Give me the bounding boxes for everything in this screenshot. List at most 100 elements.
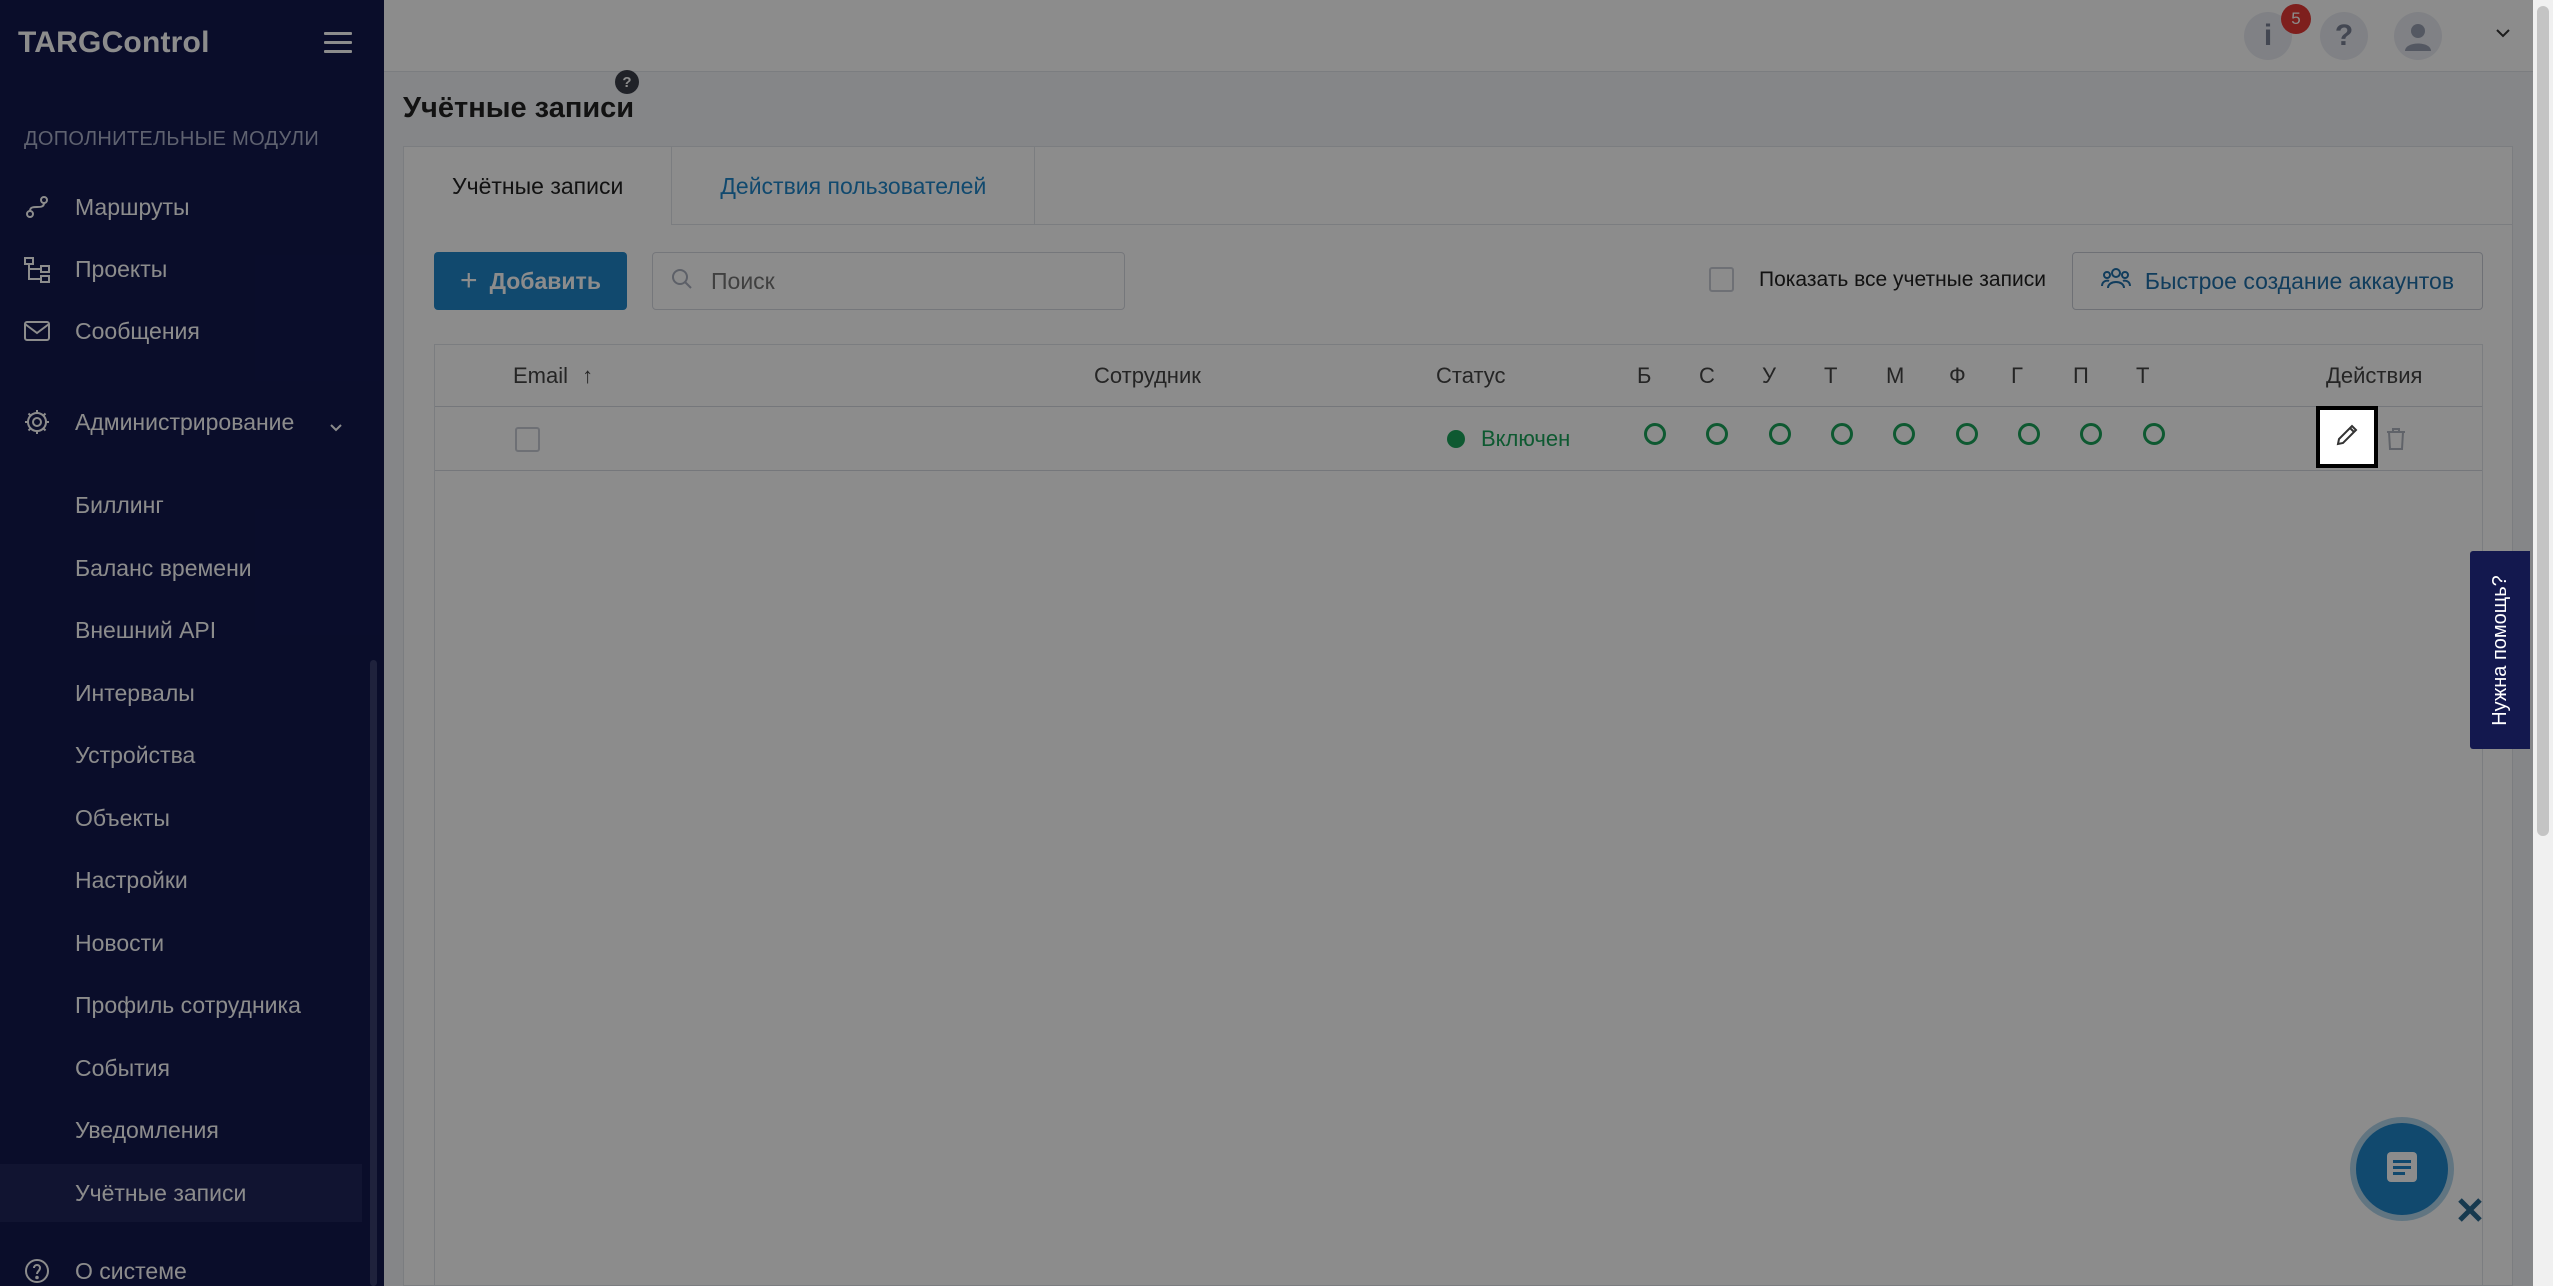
edit-row-button[interactable]: [2316, 406, 2378, 468]
search-icon: [671, 268, 693, 295]
sidebar-item-notifications[interactable]: Уведомления: [0, 1101, 362, 1159]
row-checkbox[interactable]: [515, 427, 540, 452]
sidebar-item-objects[interactable]: Объекты: [0, 789, 362, 847]
page-title: Учётные записи: [403, 92, 635, 124]
sidebar-item-label: Сообщения: [75, 317, 200, 344]
column-employee[interactable]: Сотрудник: [1094, 363, 1201, 389]
flag-on-icon: [1644, 423, 1666, 445]
need-help-label: Нужна помощь?: [2488, 574, 2511, 726]
column-flag-t: Т: [1824, 363, 1838, 388]
project-tree-icon: [22, 254, 52, 284]
user-avatar[interactable]: [2394, 12, 2442, 60]
column-status[interactable]: Статус: [1436, 363, 1506, 389]
section-label: Дополнительные модули: [24, 128, 319, 150]
sidebar-item-employee-profile[interactable]: Профиль сотрудника: [0, 976, 362, 1034]
route-icon: [22, 192, 52, 222]
sidebar-item-projects[interactable]: Проекты: [0, 240, 362, 298]
sidebar-item-label: Профиль сотрудника: [75, 991, 301, 1018]
sidebar-item-news[interactable]: Новости: [0, 914, 362, 972]
tabs: Учётные записи Действия пользователей: [404, 147, 2512, 225]
flag-on-icon: [1893, 423, 1915, 445]
chat-icon: [2383, 1148, 2421, 1191]
status-text: Включен: [1481, 426, 1571, 451]
status-badge: Включен: [1447, 426, 1570, 452]
table-header: Email ↑ Сотрудник Статус Б С У Т М Ф Г П…: [435, 345, 2482, 407]
quick-create-label: Быстрое создание аккаунтов: [2144, 267, 2455, 294]
user-icon: [2405, 24, 2431, 51]
sidebar-item-administration[interactable]: Администрирование: [0, 393, 362, 451]
chevron-down-icon[interactable]: [2494, 26, 2512, 45]
flag-on-icon: [1831, 423, 1853, 445]
flag-on-icon: [1956, 423, 1978, 445]
chevron-down-icon: [328, 413, 344, 440]
sidebar-item-messages[interactable]: Сообщения: [0, 302, 362, 360]
flag-on-icon: [2080, 423, 2102, 445]
page-help-icon[interactable]: ?: [615, 70, 639, 94]
need-help-tab[interactable]: Нужна помощь?: [2470, 551, 2530, 749]
tab-user-actions[interactable]: Действия пользователей: [672, 147, 1036, 225]
help-icon[interactable]: ?: [2320, 12, 2368, 60]
trash-icon[interactable]: [2385, 427, 2407, 456]
column-actions: Действия: [2326, 363, 2423, 388]
sidebar-item-label: Маршруты: [75, 193, 190, 220]
column-flag-g: Г: [2011, 363, 2023, 388]
sidebar: TARGControl Дополнительные модули Маршру…: [0, 0, 384, 1286]
sidebar-item-label: Внешний API: [75, 616, 217, 643]
sidebar-item-accounts[interactable]: Учётные записи: [0, 1164, 362, 1222]
sidebar-item-label: Администрирование: [75, 408, 295, 435]
users-group-icon: [2100, 266, 2131, 296]
accounts-table: Email ↑ Сотрудник Статус Б С У Т М Ф Г П…: [434, 344, 2483, 1286]
chat-button[interactable]: [2356, 1123, 2448, 1215]
column-email[interactable]: Email ↑: [513, 363, 593, 389]
show-all-toggle[interactable]: Показать все учетные записи: [1709, 267, 2046, 292]
quick-create-accounts-button[interactable]: Быстрое создание аккаунтов: [2072, 252, 2483, 310]
gear-icon: [22, 407, 52, 437]
mail-icon: [22, 316, 52, 346]
sidebar-item-time-balance[interactable]: Баланс времени: [0, 539, 362, 597]
show-all-checkbox[interactable]: [1709, 267, 1734, 292]
column-email-label: Email: [513, 363, 569, 388]
sidebar-item-label: Уведомления: [75, 1116, 219, 1143]
search-box[interactable]: [652, 252, 1125, 310]
status-dot-icon: [1447, 430, 1465, 448]
column-flag-p: П: [2073, 363, 2089, 388]
sidebar-item-label: Настройки: [75, 866, 188, 893]
app-logo[interactable]: TARGControl: [18, 26, 210, 60]
sidebar-item-billing[interactable]: Биллинг: [0, 476, 362, 534]
sidebar-item-label: Проекты: [75, 255, 168, 282]
sidebar-item-label: Баланс времени: [75, 554, 252, 581]
sidebar-item-devices[interactable]: Устройства: [0, 726, 362, 784]
column-flag-m: М: [1886, 363, 1905, 388]
sidebar-item-settings[interactable]: Настройки: [0, 851, 362, 909]
sidebar-item-label: Учётные записи: [75, 1179, 247, 1206]
close-icon[interactable]: [2455, 1195, 2485, 1230]
sort-arrow-up-icon: ↑: [582, 363, 594, 388]
question-circle-icon: [22, 1256, 52, 1286]
column-flag-b: Б: [1637, 363, 1652, 388]
table-row: Включен: [435, 407, 2482, 471]
column-flag-s: С: [1699, 363, 1715, 388]
tab-accounts[interactable]: Учётные записи: [404, 147, 673, 225]
scrollbar-thumb[interactable]: [2537, 6, 2549, 836]
pencil-icon: [2334, 422, 2360, 453]
sidebar-item-label: О системе: [75, 1257, 187, 1284]
sidebar-item-intervals[interactable]: Интервалы: [0, 664, 362, 722]
flag-on-icon: [2018, 423, 2040, 445]
add-button[interactable]: + Добавить: [434, 252, 627, 310]
content-card: Учётные записи Действия пользователей + …: [403, 146, 2513, 1286]
sidebar-scrollbar[interactable]: [370, 660, 377, 1286]
sidebar-item-routes[interactable]: Маршруты: [0, 178, 362, 236]
column-flag-u: У: [1762, 363, 1776, 388]
search-input[interactable]: [711, 267, 1091, 295]
column-flag-t2: Т: [2136, 363, 2150, 388]
sidebar-item-label: Биллинг: [75, 491, 164, 518]
page-scrollbar[interactable]: [2533, 0, 2553, 1286]
sidebar-item-about[interactable]: О системе: [0, 1242, 362, 1286]
sidebar-item-events[interactable]: События: [0, 1039, 362, 1097]
sidebar-item-label: Устройства: [75, 741, 196, 768]
flag-on-icon: [1706, 423, 1728, 445]
menu-toggle-icon[interactable]: [324, 32, 352, 56]
sidebar-item-external-api[interactable]: Внешний API: [0, 601, 362, 659]
plus-icon: +: [460, 264, 478, 297]
add-button-label: Добавить: [489, 267, 601, 294]
